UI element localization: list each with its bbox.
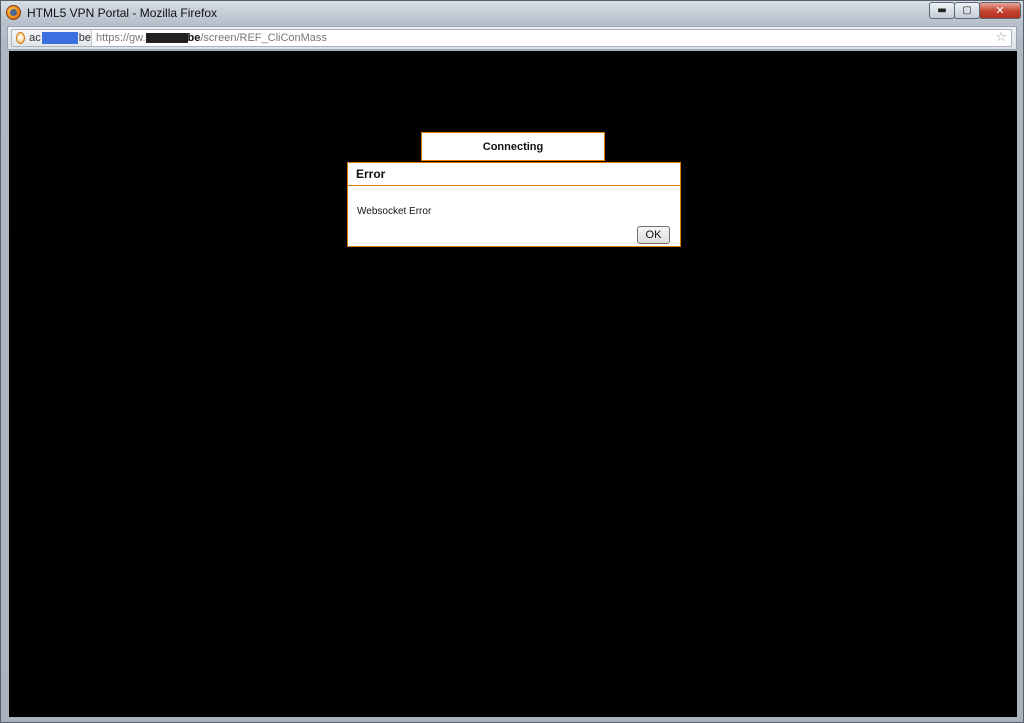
ok-button[interactable]: OK	[637, 226, 670, 244]
url-host-tail: be	[187, 32, 201, 44]
site-identity-label: ac be	[29, 31, 91, 45]
title-bar[interactable]: HTML5 VPN Portal - Mozilla Firefox ▬ ▢ ✕	[1, 1, 1023, 25]
connecting-banner: Connecting	[421, 132, 605, 161]
url-prefix: https://gw.	[96, 32, 146, 44]
browser-window: HTML5 VPN Portal - Mozilla Firefox ▬ ▢ ✕…	[0, 0, 1024, 723]
window-title: HTML5 VPN Portal - Mozilla Firefox	[27, 6, 218, 20]
close-button[interactable]: ✕	[979, 2, 1021, 19]
identity-prefix: ac	[29, 31, 41, 44]
window-controls: ▬ ▢ ✕	[929, 2, 1021, 19]
dialog-message: Websocket Error	[357, 206, 432, 217]
firefox-icon[interactable]	[6, 5, 21, 20]
redaction-block	[41, 32, 78, 45]
bookmark-star-icon[interactable]: ☆	[995, 30, 1007, 45]
redaction-block	[145, 33, 188, 44]
connecting-label: Connecting	[482, 140, 544, 153]
dialog-title: Error	[356, 167, 386, 181]
site-identity-icon	[16, 32, 26, 44]
identity-suffix: be	[78, 31, 91, 44]
minimize-button[interactable]: ▬	[929, 2, 955, 19]
dialog-header: Error	[348, 163, 680, 186]
page-viewport: Connecting Error Websocket Error OK	[9, 51, 1017, 717]
error-dialog: Error Websocket Error OK	[347, 162, 681, 247]
url-bar[interactable]: ac be https://gw. be/screen/REF_CliConMass…	[11, 29, 1012, 47]
maximize-button[interactable]: ▢	[954, 2, 980, 19]
site-identity-button[interactable]: ac be	[12, 30, 92, 46]
navigation-bar: ac be https://gw. be/screen/REF_CliConMass…	[7, 26, 1017, 50]
url-path: /screen/REF_CliConMass	[200, 32, 327, 44]
url-text[interactable]: https://gw. be/screen/REF_CliConMass	[96, 32, 327, 44]
